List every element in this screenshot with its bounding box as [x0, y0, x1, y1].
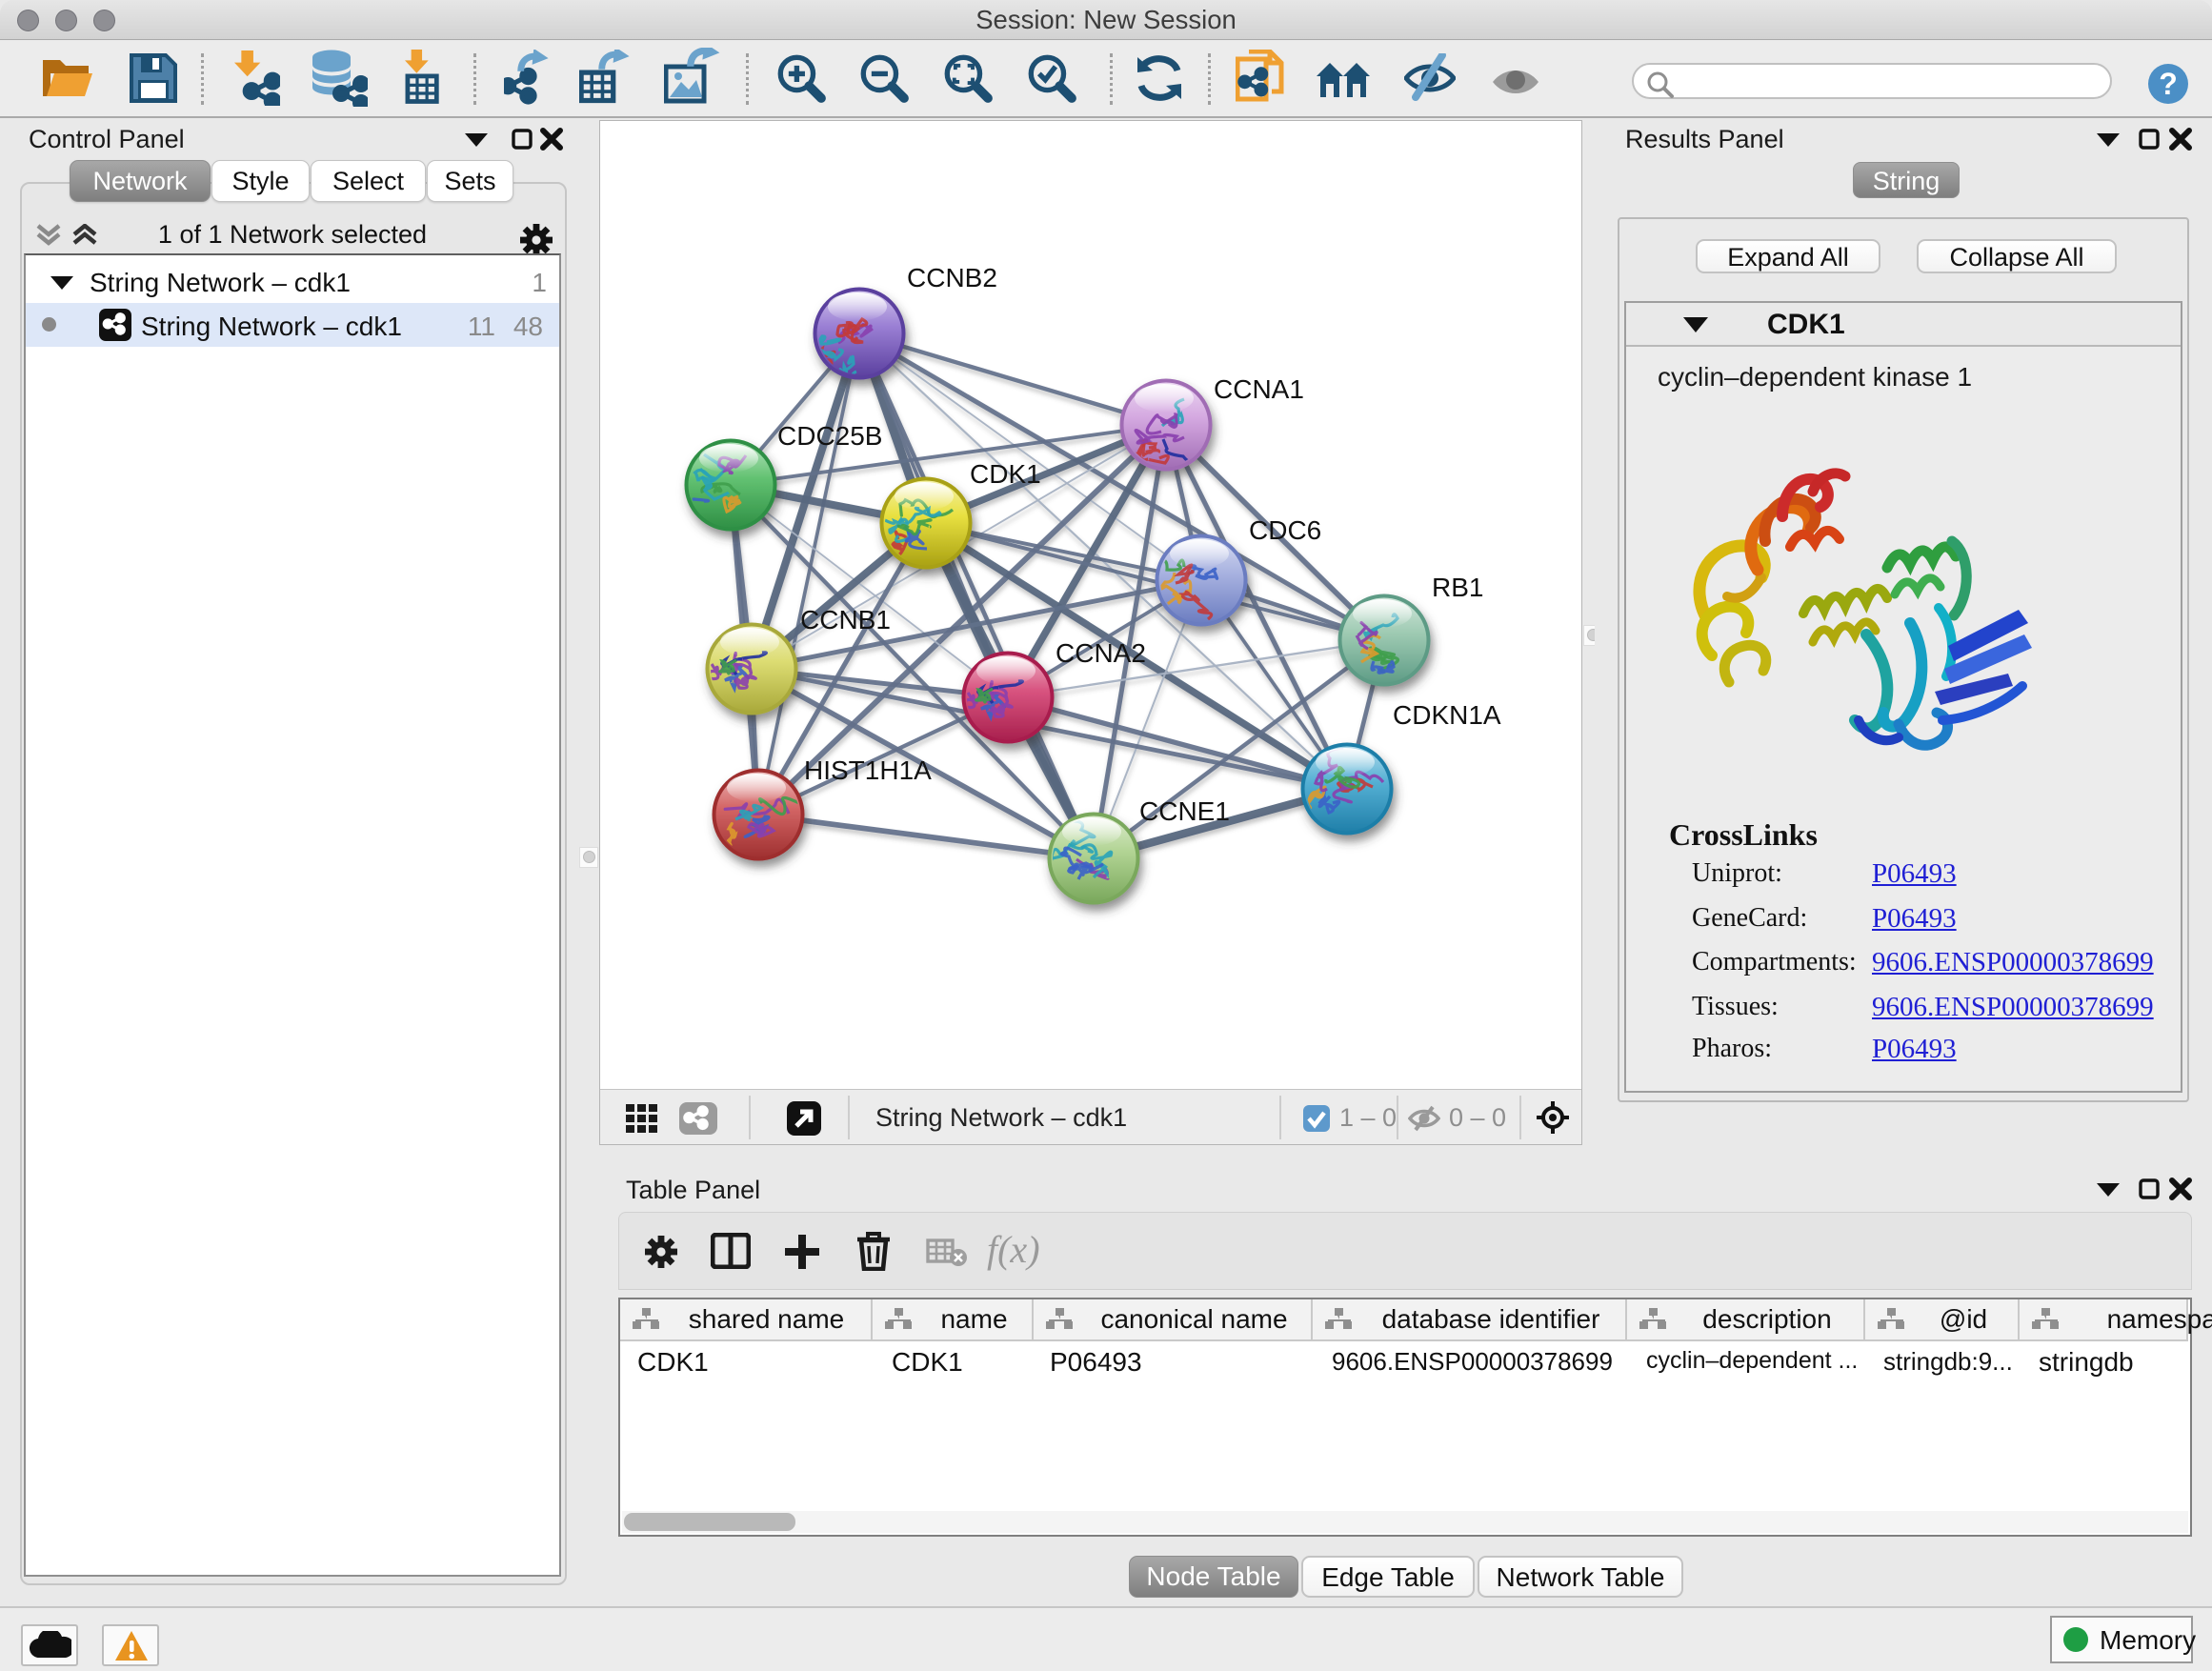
svg-text:?: ? — [2159, 67, 2178, 101]
svg-text:CDC6: CDC6 — [1249, 515, 1321, 545]
svg-text:CCNE1: CCNE1 — [1139, 796, 1230, 826]
svg-text:CCNB2: CCNB2 — [907, 263, 997, 292]
svg-text:RB1: RB1 — [1432, 573, 1483, 602]
svg-text:CDK1: CDK1 — [970, 459, 1041, 489]
svg-text:CCNA1: CCNA1 — [1214, 374, 1304, 404]
svg-text:CCNA2: CCNA2 — [1056, 638, 1146, 668]
svg-text:CDC25B: CDC25B — [777, 421, 882, 451]
svg-text:CDKN1A: CDKN1A — [1393, 700, 1501, 730]
svg-text:CCNB1: CCNB1 — [800, 605, 891, 634]
svg-text:HIST1H1A: HIST1H1A — [804, 755, 932, 785]
